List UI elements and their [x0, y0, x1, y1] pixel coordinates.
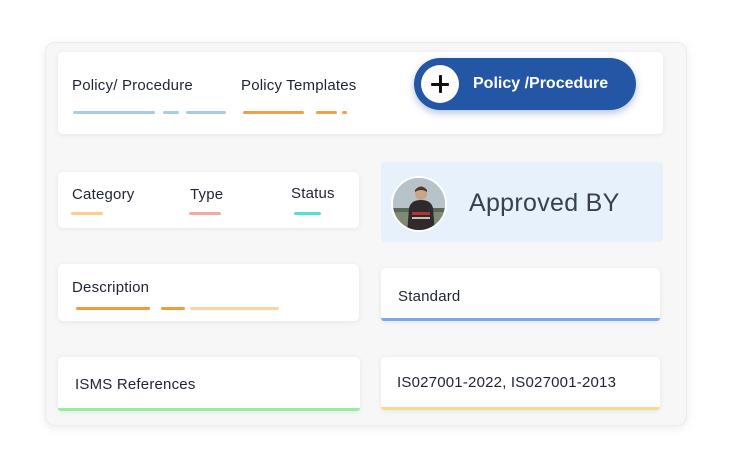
iso-standards-card[interactable]: IS027001-2022, IS027001-2013 — [381, 357, 660, 410]
standard-card[interactable]: Standard — [381, 268, 660, 321]
isms-references-label: ISMS References — [75, 376, 196, 393]
filter-status-bar — [294, 212, 321, 215]
filters-card: Category Type Status — [58, 172, 359, 228]
tab-policy-procedure-bar — [73, 111, 155, 114]
filter-type-bar — [189, 212, 221, 215]
isms-references-underline — [58, 408, 360, 411]
tab-policy-procedure-bar — [163, 111, 179, 114]
filter-category[interactable]: Category — [72, 186, 134, 203]
description-bar — [190, 307, 279, 310]
iso-standards-underline — [381, 407, 660, 410]
description-label: Description — [72, 279, 150, 296]
filter-category-bar — [71, 212, 103, 215]
add-policy-procedure-label: Policy /Procedure — [473, 75, 609, 92]
approved-by-card[interactable]: Approved BY — [381, 162, 663, 242]
tab-policy-templates-bar — [243, 111, 304, 114]
tab-policy-procedure[interactable]: Policy/ Procedure — [72, 77, 193, 94]
tab-policy-procedure-bar — [186, 111, 226, 114]
description-bar — [161, 307, 185, 310]
approved-by-label: Approved BY — [469, 189, 620, 217]
standard-underline — [381, 318, 660, 321]
filter-type[interactable]: Type — [190, 186, 223, 203]
tab-policy-templates-bar — [342, 111, 347, 114]
description-card[interactable]: Description — [58, 264, 359, 321]
standard-label: Standard — [398, 288, 461, 305]
plus-icon — [421, 65, 459, 103]
isms-references-card[interactable]: ISMS References — [58, 357, 360, 411]
add-policy-procedure-button[interactable]: Policy /Procedure — [414, 58, 636, 110]
description-bar — [76, 307, 150, 310]
tab-policy-templates-bar — [316, 111, 337, 114]
user-avatar — [391, 176, 447, 232]
tab-policy-templates[interactable]: Policy Templates — [241, 77, 356, 94]
iso-standards-label: IS027001-2022, IS027001-2013 — [397, 374, 617, 391]
filter-status[interactable]: Status — [291, 185, 335, 202]
